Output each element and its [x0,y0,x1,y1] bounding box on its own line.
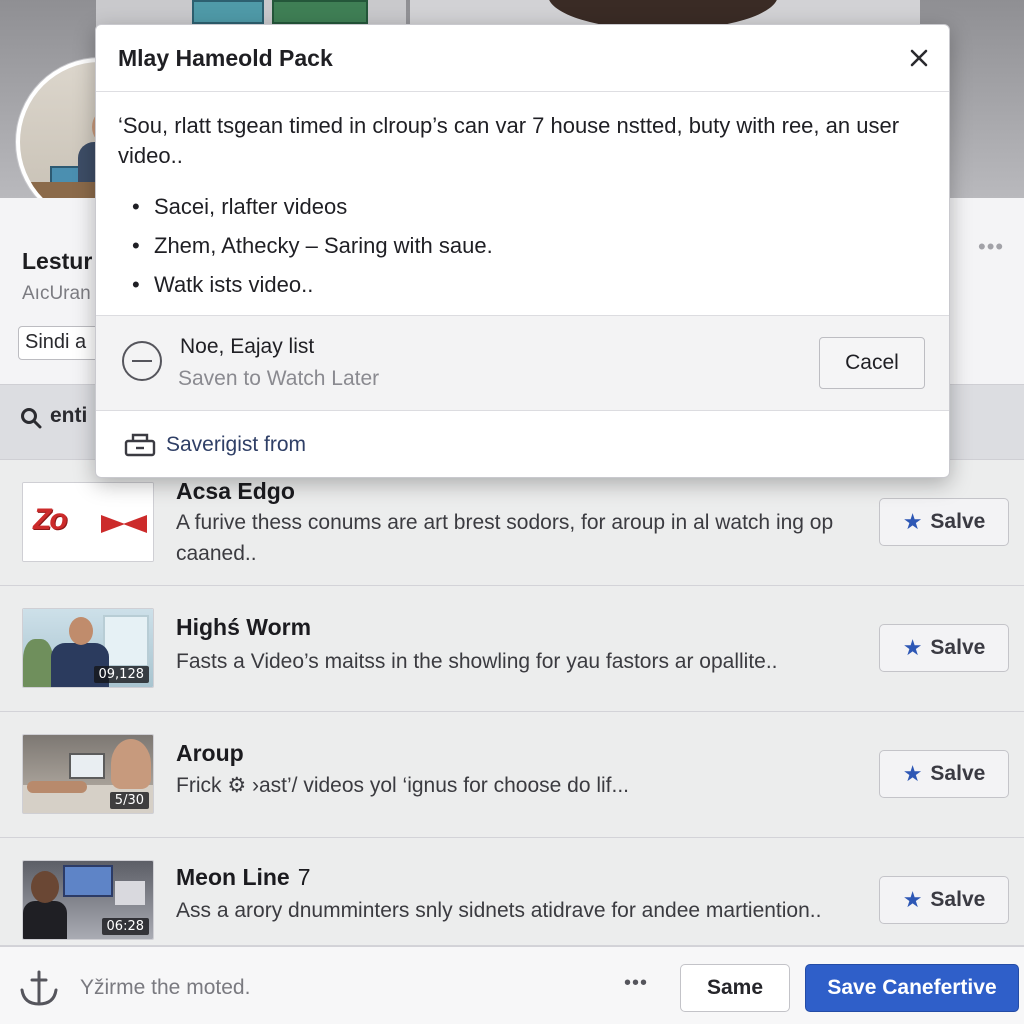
star-icon: ★ [902,887,923,912]
dialog-description: ‘Sou, rlatt tsgean timed in clroup’s can… [118,113,900,168]
list-item: Zhem, Athecky – Saring with saue. [132,226,493,265]
scene-person [111,739,151,789]
logo-arrow-icon [101,515,147,533]
dialog-bullet-list: Sacei, rlafter videos Zhem, Athecky – Sa… [132,187,493,304]
video-row[interactable]: 09,128 Highś Worm Fasts a Video’s maitss… [0,586,1024,712]
video-duration: 09,128 [93,666,149,683]
footer-hint: Yžirme the moted. [80,976,251,999]
playlist-icon[interactable] [122,341,162,381]
save-video-button[interactable]: ★ Salve [879,876,1009,924]
scene-person-body [23,901,67,939]
save-to-playlist-dialog: Mlay Hameold Pack ‘Sou, rlatt tsgean tim… [95,24,950,478]
video-title[interactable]: Meon Line 7 [176,864,311,891]
video-duration: 06:28 [101,918,149,935]
save-tray-icon [124,433,156,457]
close-icon [910,49,928,67]
star-icon: ★ [902,635,923,660]
dialog-title: Mlay Hameold Pack [118,45,333,71]
search-icon[interactable] [20,406,42,430]
logo-text: Zo [33,503,68,536]
video-thumbnail[interactable]: 09,128 [22,608,154,688]
channel-title: Lestur [22,248,93,274]
video-description: Frick ⚙ ›ast’/ videos yol ‘ignus for cho… [176,774,629,797]
video-thumbnail[interactable]: 06:28 [22,860,154,940]
save-video-button[interactable]: ★ Salve [879,624,1009,672]
save-button-label: Salve [930,762,986,785]
scene-laptop [69,753,105,779]
save-video-button[interactable]: ★ Salve [879,750,1009,798]
footer-more-icon[interactable]: ••• [624,972,648,995]
video-description: Fasts a Video’s maitss in the showling f… [176,650,778,673]
video-row[interactable]: 5/30 Aroup Frick ⚙ ›ast’/ videos yol ‘ig… [0,712,1024,838]
video-thumbnail[interactable]: 5/30 [22,734,154,814]
scene-person-head [31,871,59,903]
star-icon: ★ [902,761,923,786]
video-title-suffix: 7 [297,864,311,890]
channel-more-icon[interactable]: ••• [978,234,1004,260]
cancel-button[interactable]: Cacel [819,337,925,389]
save-button-label: Salve [930,888,986,911]
video-description: Ass a arory dnumminters snly sidnets ati… [176,899,822,922]
video-title[interactable]: Highś Worm [176,614,311,641]
scene-monitor [63,865,113,897]
video-thumbnail[interactable]: Zo [22,482,154,562]
banner-picture-blue [192,0,264,24]
scene-person-head [69,617,93,645]
same-button[interactable]: Same [680,964,790,1012]
playlist-status: Saven to Watch Later [178,367,380,390]
scene-plant [23,639,53,687]
video-duration: 5/30 [109,792,149,809]
anchor-icon[interactable] [16,966,62,1012]
list-item: Watk ists video.. [132,265,493,304]
video-title[interactable]: Aroup [176,740,244,767]
video-row[interactable]: 06:28 Meon Line 7 Ass a arory dnumminters… [0,838,1024,946]
save-video-button[interactable]: ★ Salve [879,498,1009,546]
save-button-label: Salve [930,510,986,533]
video-title[interactable]: Acsa Edgo [176,478,295,505]
search-input[interactable]: enti [50,404,87,428]
scene-equipment [115,881,145,905]
list-item: Sacei, rlafter videos [132,187,493,226]
save-primary-button[interactable]: Save Canefertive [805,964,1019,1012]
save-from-link[interactable]: Saverigist from [166,433,306,457]
banner-picture-green [272,0,368,24]
close-button[interactable] [902,41,936,75]
scene-window [103,615,149,667]
star-icon: ★ [902,509,923,534]
zoom-logo: Zo [23,483,153,561]
dialog-divider [96,91,949,92]
video-description: A furive thess conums are art brest sodo… [176,511,834,565]
video-row[interactable]: Zo Acsa Edgo A furive thess conums are a… [0,460,1024,586]
playlist-name: Noe, Eajay list [180,335,315,358]
channel-subtitle: AıcUran [22,283,91,304]
scene-arm [27,781,87,793]
save-button-label: Salve [930,636,986,659]
